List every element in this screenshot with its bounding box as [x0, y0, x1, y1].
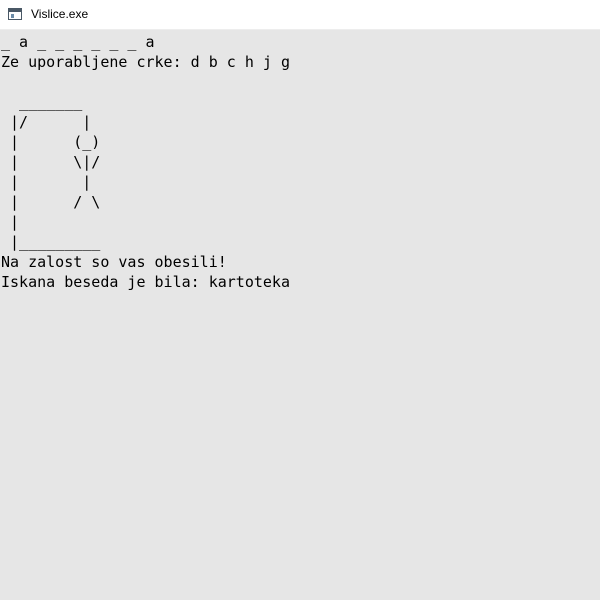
gallows-arms-line: | \|/ — [1, 153, 101, 171]
gallows-body-line: | | — [1, 173, 92, 191]
console-window: Vislice.exe _ a _ _ _ _ _ _ a Ze uporabl… — [0, 0, 600, 600]
title-bar[interactable]: Vislice.exe — [0, 0, 600, 30]
used-letters-line: Ze uporabljene crke: d b c h j g — [1, 53, 290, 71]
answer-reveal-message: Iskana beseda je bila: kartoteka — [1, 273, 290, 291]
console-window-icon — [8, 8, 22, 20]
gallows-rope-line: |/ | — [1, 113, 92, 131]
window-title: Vislice.exe — [31, 7, 89, 21]
console-output[interactable]: _ a _ _ _ _ _ _ a Ze uporabljene crke: d… — [1, 32, 599, 598]
guessed-word-line: _ a _ _ _ _ _ _ a — [1, 33, 155, 51]
gallows-legs-line: | / \ — [1, 193, 101, 211]
gallows-post-line: | — [1, 213, 20, 231]
gallows-head-line: | (_) — [1, 133, 101, 151]
game-over-message: Na zalost so vas obesili! — [1, 253, 227, 271]
gallows-base-line: |_________ — [1, 233, 101, 251]
gallows-top-line: _______ — [1, 93, 83, 111]
